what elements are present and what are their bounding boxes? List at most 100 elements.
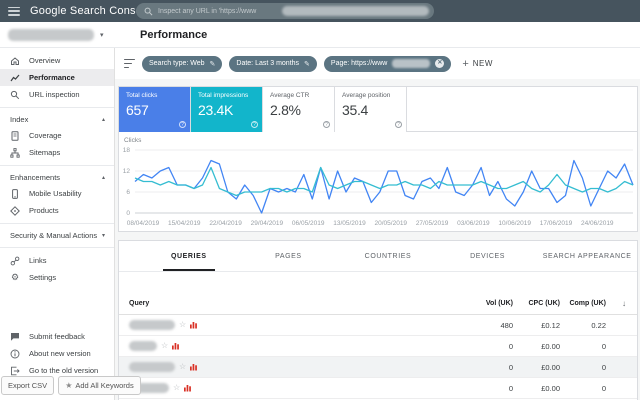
chip-label: Search type: Web [149,60,205,67]
metric-card-total-clicks[interactable]: Total clicks 657 ? [119,87,191,132]
metric-cards: Total clicks 657 ? Total impressions 23.… [119,87,637,132]
performance-chart-icon [10,73,20,83]
export-csv-button[interactable]: Export CSV [1,376,55,395]
sidebar-item-label: Mobile Usability [29,189,82,198]
top-app-bar: Google Search Console Inspect any URL in… [0,0,640,22]
sidebar-item-url-inspection[interactable]: URL inspection [0,86,114,103]
tab-label: DEVICES [470,252,506,260]
cell-vol: 480 [500,320,513,330]
cell-vol: 0 [508,341,513,351]
column-header-query[interactable]: Query [119,300,455,307]
divider [0,223,114,224]
column-header-comp[interactable]: Comp (UK) [562,300,608,307]
column-header-vol[interactable]: Vol (UK) [455,300,515,307]
add-all-keywords-label: Add All Keywords [75,381,134,390]
coverage-page-icon [10,130,20,141]
y-axis-tick-label: 0 [126,210,130,217]
cell-cpc: £0.00 [541,341,560,351]
redacted-query [129,341,157,351]
sidebar-section-enhancements[interactable]: Enhancements ▴ [0,170,114,185]
y-axis-tick-label: 18 [123,147,131,154]
sidebar-item-label: Performance [29,73,75,82]
sidebar-item-coverage[interactable]: Coverage [0,127,114,144]
edit-pencil-icon: ✎ [304,60,310,68]
tab-devices[interactable]: DEVICES [438,241,538,271]
filter-chip-search-type[interactable]: Search type: Web ✎ [142,55,223,72]
new-filter-button[interactable]: + NEW [462,58,493,70]
tab-label: SEARCH APPEARANCE [542,252,632,260]
table-row[interactable]: ☆ 480 £0.12 0.22 [119,315,637,336]
redacted-page-url [392,59,431,68]
metric-card-total-impressions[interactable]: Total impressions 23.4K ? [191,87,263,132]
sort-arrow-down-icon[interactable]: ↓ [608,299,637,308]
y-axis-tick-label: 12 [123,168,131,175]
kwe-trend-icon [172,343,180,350]
remove-circle-icon[interactable]: ✕ [435,59,445,68]
sidebar-item-products[interactable]: Products [0,202,114,219]
sidebar-item-about-new-version[interactable]: About new version [0,345,114,362]
sidebar-item-submit-feedback[interactable]: Submit feedback [0,328,114,345]
url-inspect-search-input[interactable]: Inspect any URL in 'https://www [136,3,434,19]
table-row[interactable]: ☆ 0 £0.00 0 [119,378,637,399]
favorite-star-icon[interactable]: ☆ [173,384,180,392]
tab-search-appearance[interactable]: SEARCH APPEARANCE [537,241,637,271]
filter-chip-page[interactable]: Page: https://www ✕ [323,55,452,72]
filter-tune-icon[interactable] [124,59,135,68]
gear-icon: ⚙ [10,272,20,282]
x-axis-tick-label: 17/06/2019 [540,220,573,227]
sidebar-item-links[interactable]: Links [0,252,114,269]
x-axis-tick-label: 29/04/2019 [251,220,284,227]
help-icon[interactable]: ? [179,121,186,128]
column-header-cpc[interactable]: CPC (UK) [515,300,562,307]
metric-card-average-position[interactable]: Average position 35.4 ? [335,87,407,132]
link-icon [10,256,20,266]
keywords-everywhere-toolbar: Export CSV ★ Add All Keywords [1,376,141,395]
help-icon[interactable]: ? [251,121,258,128]
property-selector[interactable]: ▾ [8,28,108,42]
sidebar-item-label: Coverage [29,131,62,140]
metric-card-average-ctr[interactable]: Average CTR 2.8% ? [263,87,335,132]
new-filter-label: NEW [472,59,493,68]
cell-cpc: £0.12 [541,320,560,330]
cell-cpc: £0.00 [541,362,560,372]
dimension-tabs: QUERIES PAGES COUNTRIES DEVICES SEARCH A… [119,241,637,272]
table-row[interactable]: ☆ 0 £0.00 0 [119,357,637,378]
sidebar-item-overview[interactable]: Overview [0,52,114,69]
sidebar-item-settings[interactable]: ⚙ Settings [0,269,114,286]
help-icon[interactable]: ? [395,121,402,128]
divider [0,107,114,108]
help-icon[interactable]: ? [323,121,330,128]
table-header-row: Query Vol (UK) CPC (UK) Comp (UK) ↓ [119,293,637,315]
sidebar-section-security-manual-actions[interactable]: Security & Manual Actions ▾ [0,228,114,243]
x-axis-tick-label: 24/06/2019 [581,220,614,227]
x-axis-tick-label: 06/05/2019 [292,220,325,227]
filter-bar: Search type: Web ✎ Date: Last 3 months ✎… [115,48,640,79]
sidebar-item-mobile-usability[interactable]: Mobile Usability [0,185,114,202]
x-axis-tick-label: 20/05/2019 [375,220,408,227]
app-title: Google Search Console [30,5,151,17]
sidebar-item-performance[interactable]: Performance [0,69,114,86]
sidebar-item-sitemaps[interactable]: Sitemaps [0,144,114,161]
sidebar-section-index[interactable]: Index ▴ [0,112,114,127]
metric-value: 2.8% [270,102,301,118]
favorite-star-icon[interactable]: ☆ [179,363,186,371]
google-search-console-app: Google Search Console Inspect any URL in… [0,0,640,400]
tab-countries[interactable]: COUNTRIES [338,241,438,271]
favorite-star-icon[interactable]: ☆ [161,342,168,350]
cell-comp: 0 [601,341,606,351]
tab-pages[interactable]: PAGES [239,241,339,271]
cell-comp: 0 [601,362,606,372]
menu-icon[interactable] [8,6,20,16]
add-all-keywords-button[interactable]: ★ Add All Keywords [58,376,141,395]
page-title: Performance [140,29,208,41]
table-row[interactable]: ☆ 0 £0.00 0 [119,336,637,357]
chip-label: Page: https://www [330,60,388,67]
filter-chip-date-range[interactable]: Date: Last 3 months ✎ [229,55,317,72]
chevron-up-icon: ▴ [101,117,105,123]
search-icon [144,7,153,15]
tab-queries[interactable]: QUERIES [139,241,239,271]
redacted-query [129,320,175,330]
favorite-star-icon[interactable]: ☆ [179,321,186,329]
dimensions-table-panel: QUERIES PAGES COUNTRIES DEVICES SEARCH A… [118,240,638,400]
plus-icon: + [462,57,469,70]
